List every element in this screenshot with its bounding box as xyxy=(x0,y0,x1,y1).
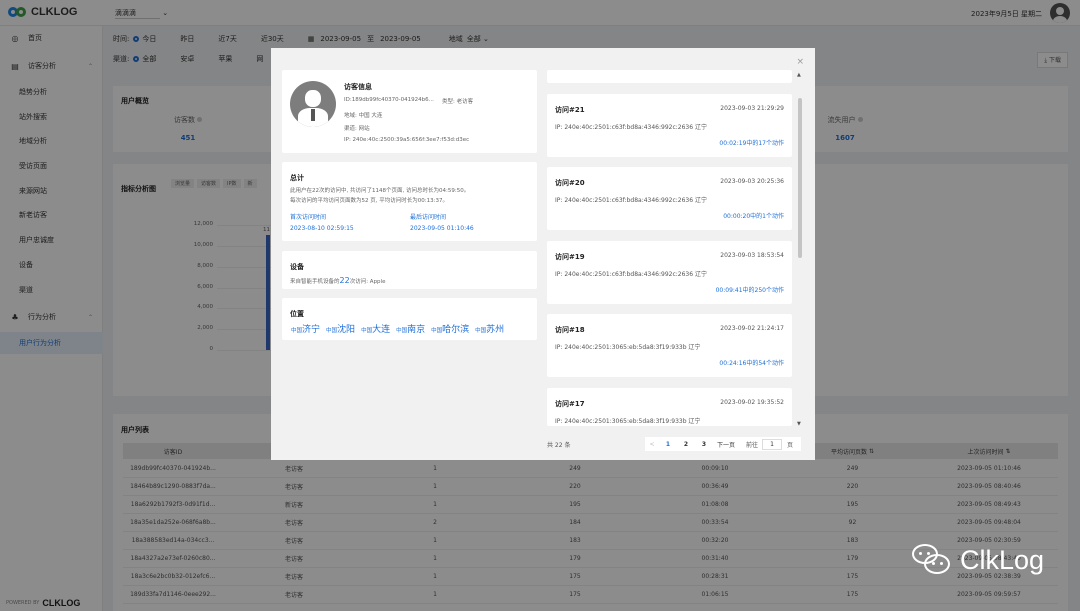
visit-title: 访问#21 xyxy=(555,106,585,114)
visit-time: 2023-09-02 21:24:17 xyxy=(720,325,784,332)
visit-actions-link[interactable]: 00:02:19中的17个动作 xyxy=(719,138,784,147)
visitor-region: 地域: 中国 大连 xyxy=(344,113,383,119)
last-visit-time: 2023-09-05 01:10:46 xyxy=(410,225,474,232)
visit-card[interactable]: 访问#20 2023-09-03 20:25:36 IP: 240e:40c:250… xyxy=(547,167,792,230)
visit-ip: IP: 240e:40c:2501:c63f:bd8a:4346:992c:26… xyxy=(555,271,707,278)
pagination: < 1 2 3 下一页 前往 1 页 xyxy=(645,437,801,451)
location-item: 中国南京 xyxy=(396,325,426,335)
visit-time: 2023-09-03 21:29:29 xyxy=(720,105,784,112)
watermark: ClkLog xyxy=(911,544,1044,576)
visit-title: 访问#19 xyxy=(555,253,585,261)
goto-page-input[interactable]: 1 xyxy=(762,438,782,450)
last-visit-label: 最后访问时间 xyxy=(410,214,447,221)
location-list: 中国济宁 中国沈阳 中国大连 中国南京 中国哈尔滨 中国苏州 xyxy=(291,322,504,335)
first-visit-time: 2023-08-10 02:59:15 xyxy=(290,225,354,232)
visit-title: 访问#18 xyxy=(555,326,585,334)
visit-ip: IP: 240e:40c:2501:3065:eb:5da8:3f19:933b… xyxy=(555,344,701,351)
location-item: 中国大连 xyxy=(361,325,391,335)
visitor-channel: 渠道: 网站 xyxy=(344,126,370,132)
visit-card[interactable]: 访问#17 2023-09-02 19:35:52 IP: 240e:40c:250… xyxy=(547,388,792,426)
summary-title: 总计 xyxy=(290,174,304,182)
visitor-id: ID:189db99fc40370-041924b6... xyxy=(344,97,434,103)
visit-time: 2023-09-02 19:35:52 xyxy=(720,399,784,406)
location-item: 中国沈阳 xyxy=(326,325,356,335)
wechat-icon xyxy=(911,544,952,576)
scroll-down-icon[interactable]: ▼ xyxy=(797,421,801,427)
goto-label: 前往 xyxy=(745,441,758,449)
location-card: 位置 中国济宁 中国沈阳 中国大连 中国南京 中国哈尔滨 中国苏州 xyxy=(282,298,537,340)
page-3-button[interactable]: 3 xyxy=(695,441,713,448)
location-item: 中国哈尔滨 xyxy=(431,325,470,335)
device-line: 来自智能手机设备的 22 次访问: Apple xyxy=(290,276,386,285)
visit-time: 2023-09-03 18:53:54 xyxy=(720,252,784,259)
device-title: 设备 xyxy=(290,263,304,271)
location-title: 位置 xyxy=(290,310,304,318)
visit-card-partial xyxy=(547,70,792,83)
visit-title: 访问#17 xyxy=(555,400,585,408)
visit-card[interactable]: 访问#18 2023-09-02 21:24:17 IP: 240e:40c:250… xyxy=(547,314,792,377)
visitor-info-card: 访客信息 ID:189db99fc40370-041924b6... 类型: 老… xyxy=(282,70,537,153)
visitor-avatar xyxy=(290,81,336,127)
first-visit-label: 首次访问时间 xyxy=(290,214,327,221)
summary-line: 每次访问的平均访问页面数为52 页, 平均访问时长为00:13:37。 xyxy=(290,198,448,204)
summary-card: 总计 此用户在22次的访问中, 共访问了1148个页面, 访问总时长为04:59… xyxy=(282,162,537,241)
location-item: 中国济宁 xyxy=(291,325,321,335)
scroll-up-icon[interactable]: ▲ xyxy=(797,72,801,78)
visit-card[interactable]: 访问#19 2023-09-03 18:53:54 IP: 240e:40c:250… xyxy=(547,241,792,304)
visit-actions-link[interactable]: 00:24:16中的54个动作 xyxy=(719,358,784,367)
visitor-detail-modal: × 访客信息 ID:189db99fc40370-041924b6... 类型:… xyxy=(271,48,815,460)
visit-title: 访问#20 xyxy=(555,179,585,187)
visit-ip: IP: 240e:40c:2501:c63f:bd8a:4346:992c:26… xyxy=(555,197,707,204)
close-icon[interactable]: × xyxy=(796,57,804,67)
device-card: 设备 来自智能手机设备的 22 次访问: Apple xyxy=(282,251,537,289)
visitor-info-title: 访客信息 xyxy=(344,83,372,91)
visit-ip: IP: 240e:40c:2501:3065:eb:5da8:3f19:933b… xyxy=(555,418,701,425)
visit-list-scrollbar[interactable] xyxy=(798,98,802,258)
pagination-total: 共 22 条 xyxy=(547,442,571,449)
next-page-button[interactable]: 下一页 xyxy=(713,440,739,449)
visit-time: 2023-09-03 20:25:36 xyxy=(720,178,784,185)
page-1-button[interactable]: 1 xyxy=(659,441,677,448)
page-2-button[interactable]: 2 xyxy=(677,441,695,448)
summary-line: 此用户在22次的访问中, 共访问了1148个页面, 访问总时长为04:59:50… xyxy=(290,188,470,194)
visitor-type: 类型: 老访客 xyxy=(442,99,474,105)
page-unit-label: 页 xyxy=(786,441,793,449)
location-item: 中国苏州 xyxy=(475,325,505,335)
visit-ip: IP: 240e:40c:2501:c63f:bd8a:4346:992c:26… xyxy=(555,124,707,131)
visit-card[interactable]: 访问#21 2023-09-03 21:29:29 IP: 240e:40c:250… xyxy=(547,94,792,157)
visit-actions-link[interactable]: 00:09:41中的250个动作 xyxy=(716,285,784,294)
prev-page-button[interactable]: < xyxy=(645,441,659,448)
visitor-ip: IP: 240e:40c:2500:39a5:656f:3ee7:f53d:d3… xyxy=(344,137,470,143)
visit-actions-link[interactable]: 00:00:20中的1个动作 xyxy=(723,211,784,220)
